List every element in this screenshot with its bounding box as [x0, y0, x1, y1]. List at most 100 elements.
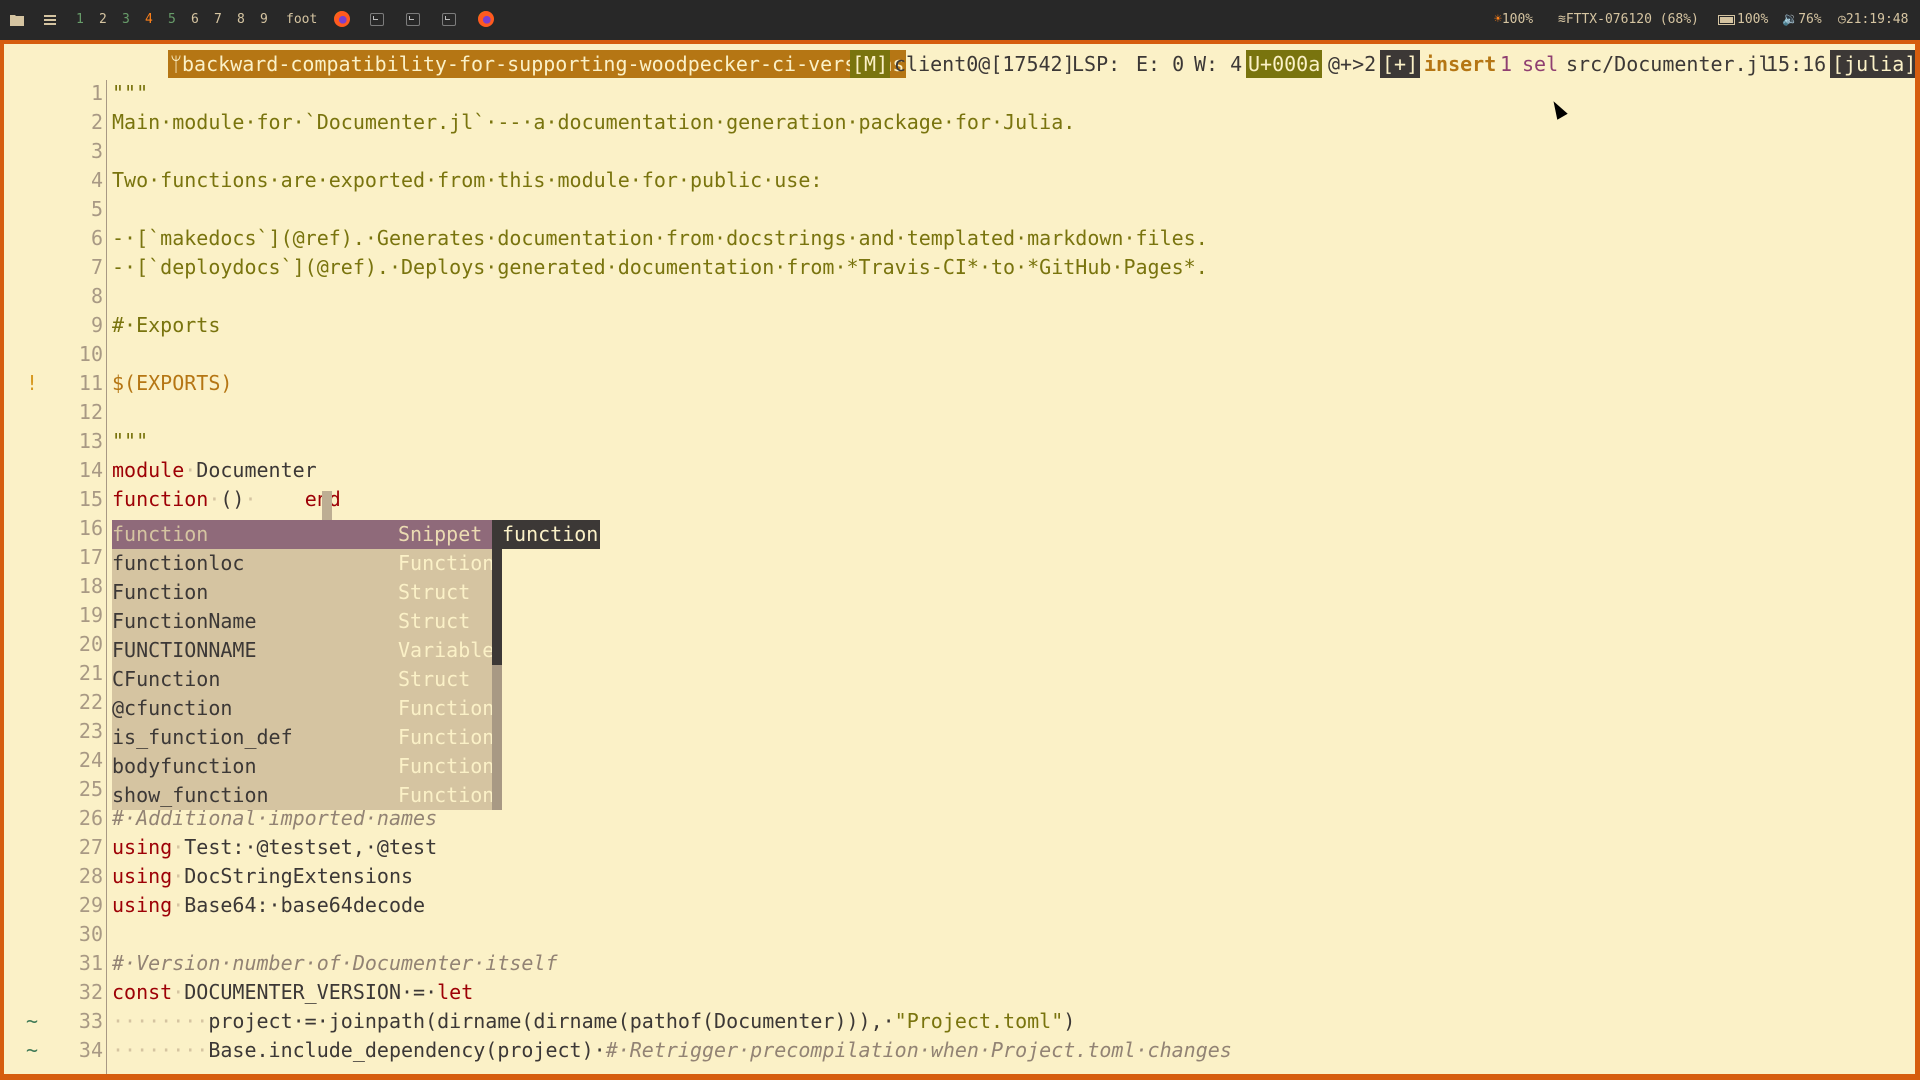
code-line[interactable]: 30 [4, 920, 1915, 949]
completion-kind: Function [398, 696, 495, 720]
volume-indicator[interactable]: 🔉76% [1782, 0, 1822, 40]
token-doc: #·Exports [112, 313, 221, 337]
code-line[interactable]: 8 [4, 282, 1915, 311]
token-kw: const [112, 980, 173, 1004]
lsp-errors: E: 0 [1136, 52, 1185, 76]
workspace-3[interactable]: 3 [122, 0, 130, 40]
token-ws-dot: ········ [112, 1038, 209, 1062]
completion-item[interactable]: FUNCTIONNAME Variable [112, 636, 495, 665]
line-number: 31 [78, 951, 103, 975]
firefox-icon[interactable] [334, 11, 350, 27]
code-line[interactable]: ~34 ········Base.include_dependency(proje… [4, 1036, 1915, 1065]
code-line[interactable]: ! 11 $(EXPORTS) [4, 369, 1915, 398]
line-number: 15 [78, 487, 103, 511]
workspace-5[interactable]: 5 [168, 0, 176, 40]
code-line[interactable]: 5 [4, 195, 1915, 224]
completion-item[interactable]: functionloc Function [112, 549, 494, 578]
code-line[interactable]: 3 [4, 137, 1915, 166]
completion-item[interactable]: bodyfunction Function [112, 752, 495, 781]
clock-icon: ◷ [1838, 12, 1846, 27]
diff-modified-marker-icon: ~ [25, 1038, 39, 1062]
line-number: 9 [90, 313, 103, 337]
completion-label: @cfunction [112, 696, 233, 720]
code-line[interactable]: 13 """ [4, 427, 1915, 456]
diff-modified-marker-icon: ~ [25, 1009, 39, 1033]
workspace-8[interactable]: 8 [237, 0, 245, 40]
code-line[interactable]: 32 const·DOCUMENTER_VERSION·=·let [4, 978, 1915, 1007]
token-kw: function [112, 487, 209, 511]
code-line[interactable]: 31 #·Version·number·of·Documenter·itself [4, 949, 1915, 978]
lsp-label: LSP: [1072, 52, 1121, 76]
completion-item[interactable]: Function Struct [112, 578, 492, 607]
folder-icon[interactable] [10, 0, 24, 40]
terminal-icon[interactable] [370, 13, 384, 26]
token-ws-dot: · [184, 458, 197, 482]
completion-item[interactable]: show_function Function [112, 781, 494, 810]
token-kw: module [112, 458, 185, 482]
selection-label: sel [1522, 52, 1559, 76]
completion-kind: Variable [398, 638, 495, 662]
code-line[interactable]: 7 -·[`deploydocs`](@ref).·Deploys·generat… [4, 253, 1915, 282]
token-kw: let [437, 980, 474, 1004]
code-line[interactable]: 29 using·Base64:·base64decode [4, 891, 1915, 920]
battery-icon [1718, 14, 1735, 25]
line-text: $(EXPORTS) [112, 369, 232, 398]
line-text: using·Test:·@testset,·@test [112, 833, 437, 862]
line-text: -·[`deploydocs`](@ref).·Deploys·generate… [112, 253, 1208, 282]
workspace-4[interactable]: 4 [145, 0, 153, 40]
completion-label: FunctionName [112, 609, 257, 633]
workspace-1[interactable]: 1 [76, 0, 84, 40]
completion-kind: Function [398, 754, 495, 778]
modified-flag: [M] [850, 50, 891, 78]
code-line[interactable]: 4 Two·functions·are·exported·from·this·mo… [4, 166, 1915, 195]
line-text: function·()· end [112, 485, 341, 514]
completion-item[interactable]: function Snippet [112, 520, 492, 549]
text-cursor [322, 491, 332, 520]
code-line[interactable]: 14 module·Documenter [4, 456, 1915, 485]
token-id: ) [1063, 1009, 1076, 1033]
workspace-9[interactable]: 9 [260, 0, 268, 40]
code-line[interactable]: 15 function·()· end [4, 485, 1915, 514]
token-cm: #·Retrigger·precompilation·when·Project.… [605, 1038, 1232, 1062]
token-ws-dot: ········ [112, 1009, 209, 1033]
code-line[interactable]: 2 Main·module·for·`Documenter.jl`·--·a·do… [4, 108, 1915, 137]
code-line[interactable]: ~33 ········project·=·joinpath(dirname(di… [4, 1007, 1915, 1036]
token-doc: """ [112, 429, 149, 453]
completion-label: bodyfunction [112, 754, 257, 778]
token-kw: using [112, 835, 173, 859]
brightness-indicator[interactable]: ☀100% [1494, 0, 1533, 40]
battery-indicator[interactable]: 100% [1718, 0, 1768, 40]
code-line[interactable]: 28 using·DocStringExtensions [4, 862, 1915, 891]
code-line[interactable]: 1 """ [4, 79, 1915, 108]
completion-scrollbar-thumb[interactable] [492, 665, 502, 810]
token-doc: -·[`deploydocs`](@ref).·Deploys·generate… [112, 255, 1208, 279]
terminal-icon[interactable] [406, 13, 420, 26]
completion-item[interactable]: is_function_def Function [112, 723, 494, 752]
terminal-icon[interactable] [442, 13, 456, 26]
token-doc: """ [112, 81, 149, 105]
top-bar: 123456789 foot ☀100% ≋FTTX-076120 (68%) … [0, 0, 1920, 40]
workspace-7[interactable]: 7 [214, 0, 222, 40]
clock[interactable]: ◷21:19:48 [1838, 0, 1908, 40]
completion-label: functionloc [112, 551, 245, 575]
code-line[interactable]: 27 using·Test:·@testset,·@test [4, 833, 1915, 862]
completion-kind: Struct [398, 667, 471, 691]
workspace-2[interactable]: 2 [99, 0, 107, 40]
token-doc: -·[`makedocs`](@ref).·Generates·document… [112, 226, 1208, 250]
code-line[interactable]: 10 [4, 340, 1915, 369]
firefox-icon[interactable] [478, 11, 494, 27]
wifi-indicator[interactable]: ≋FTTX-076120 (68%) [1558, 0, 1699, 40]
code-line[interactable]: 9 #·Exports [4, 311, 1915, 340]
completion-menu[interactable]: function Snippet functionloc Function Functi… [112, 520, 502, 810]
code-line[interactable]: 12 [4, 398, 1915, 427]
workspace-6[interactable]: 6 [191, 0, 199, 40]
menu-icon[interactable] [44, 0, 56, 40]
token-ws-dot: · [208, 487, 221, 511]
editor-pane[interactable]: ᛘbackward-compatibility-for-supporting-w… [4, 44, 1915, 1074]
code-line[interactable]: 6 -·[`makedocs`](@ref).·Generates·documen… [4, 224, 1915, 253]
line-number: 18 [78, 574, 103, 598]
completion-item[interactable]: @cfunction Function [112, 694, 495, 723]
line-number: 8 [90, 284, 103, 308]
completion-item[interactable]: CFunction Struct [112, 665, 492, 694]
completion-item[interactable]: FunctionName Struct [112, 607, 492, 636]
